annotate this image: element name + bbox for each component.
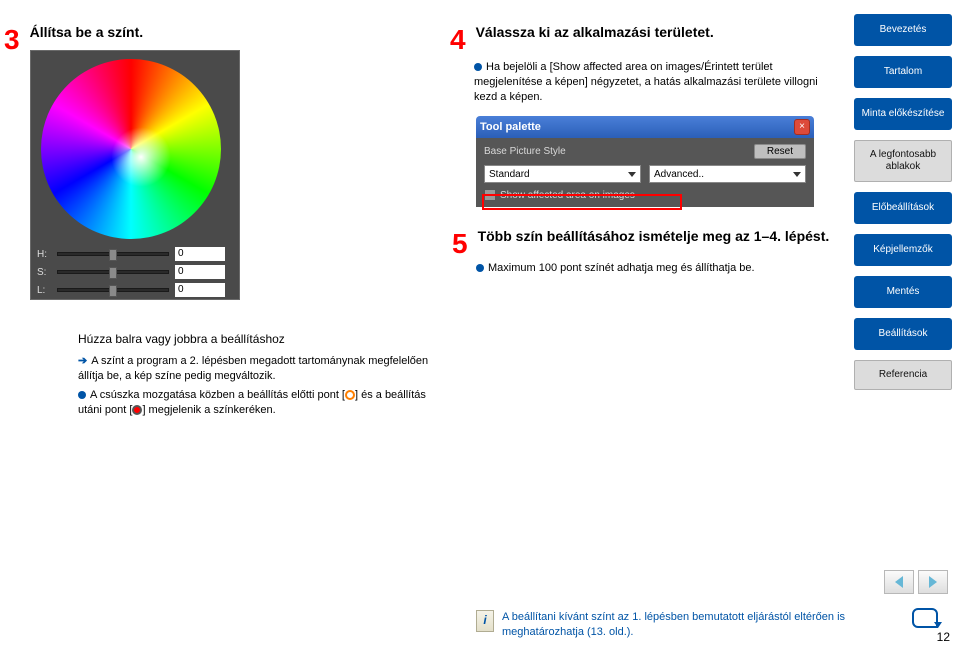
hsl-sliders: H: 0 S: 0 L: 0 bbox=[37, 247, 233, 301]
info-icon bbox=[476, 610, 494, 632]
sidebar-item-toc[interactable]: Tartalom bbox=[854, 56, 952, 88]
prev-page-button[interactable] bbox=[884, 570, 914, 594]
sat-value[interactable]: 0 bbox=[175, 265, 225, 279]
sidebar-item-presets[interactable]: Előbeállítások bbox=[854, 192, 952, 224]
color-wheel-center bbox=[111, 127, 171, 187]
sidebar-item-ref[interactable]: Referencia bbox=[854, 360, 952, 390]
chevron-left-icon bbox=[895, 576, 903, 588]
bullet-dot-icon bbox=[476, 264, 484, 272]
hue-label: H: bbox=[37, 249, 51, 260]
sat-row: S: 0 bbox=[37, 265, 233, 279]
hue-value[interactable]: 0 bbox=[175, 247, 225, 261]
page-nav bbox=[884, 570, 948, 594]
sidebar: Bevezetés Tartalom Minta előkészítése A … bbox=[854, 14, 952, 390]
step-5: 5 Több szín beállításához ismételje meg … bbox=[452, 228, 832, 274]
sidebar-item-save[interactable]: Mentés bbox=[854, 276, 952, 308]
chevron-down-icon bbox=[793, 172, 801, 177]
lum-row: L: 0 bbox=[37, 283, 233, 297]
marker-before-icon bbox=[345, 390, 355, 400]
chevron-right-icon bbox=[929, 576, 937, 588]
page-number: 12 bbox=[937, 630, 950, 644]
bullet-dot-icon bbox=[78, 391, 86, 399]
step5-number: 5 bbox=[452, 228, 468, 260]
base-style-label: Base Picture Style bbox=[484, 146, 566, 157]
sidebar-item-intro[interactable]: Bevezetés bbox=[854, 14, 952, 46]
sidebar-item-windows[interactable]: A legfontosabb ablakok bbox=[854, 140, 952, 182]
bullet-dot-icon bbox=[474, 63, 482, 71]
tool-palette-title: Tool palette bbox=[480, 121, 541, 133]
marker-after-icon bbox=[132, 405, 142, 415]
show-affected-checkbox[interactable] bbox=[484, 189, 496, 201]
slider-note-title: Húzza balra vagy jobbra a beállításhoz bbox=[78, 332, 438, 346]
slider-note-line2: A csúszka mozgatása közben a beállítás e… bbox=[78, 388, 438, 418]
hue-row: H: 0 bbox=[37, 247, 233, 261]
tool-palette: Tool palette × Base Picture Style Reset … bbox=[476, 116, 814, 207]
lum-label: L: bbox=[37, 285, 51, 296]
base-style-value: Standard bbox=[489, 169, 530, 180]
lum-slider[interactable] bbox=[57, 288, 169, 292]
step3-number: 3 bbox=[4, 24, 20, 56]
step4-text: Ha bejelöli a [Show affected area on ima… bbox=[474, 61, 818, 103]
slider-note-line1: ➔A színt a program a 2. lépésben megadot… bbox=[78, 354, 438, 384]
step5-body: Maximum 100 pont színét adhatja meg és á… bbox=[476, 262, 832, 274]
reset-button[interactable]: Reset bbox=[754, 144, 806, 159]
sidebar-item-chars[interactable]: Képjellemzők bbox=[854, 234, 952, 266]
show-affected-label: Show affected area on images bbox=[500, 190, 635, 201]
sat-slider[interactable] bbox=[57, 270, 169, 274]
sidebar-item-settings[interactable]: Beállítások bbox=[854, 318, 952, 350]
return-icon[interactable] bbox=[912, 608, 938, 628]
lum-value[interactable]: 0 bbox=[175, 283, 225, 297]
hue-slider[interactable] bbox=[57, 252, 169, 256]
arrow-right-icon: ➔ bbox=[78, 354, 87, 369]
color-wheel-panel: H: 0 S: 0 L: 0 bbox=[30, 50, 240, 300]
sidebar-item-sample[interactable]: Minta előkészítése bbox=[854, 98, 952, 130]
step-4: 4 Válassza ki az alkalmazási területet. … bbox=[450, 24, 820, 105]
tip-box: A beállítani kívánt színt az 1. lépésben… bbox=[476, 610, 846, 640]
base-style-select[interactable]: Standard bbox=[484, 165, 641, 183]
show-affected-row: Show affected area on images bbox=[484, 189, 806, 201]
step4-number: 4 bbox=[450, 24, 466, 56]
color-wheel[interactable] bbox=[41, 59, 221, 239]
sat-label: S: bbox=[37, 267, 51, 278]
tip-text: A beállítani kívánt színt az 1. lépésben… bbox=[502, 610, 846, 640]
step5-title: Több szín beállításához ismételje meg az… bbox=[478, 228, 830, 244]
close-icon[interactable]: × bbox=[794, 119, 810, 135]
slider-note: Húzza balra vagy jobbra a beállításhoz ➔… bbox=[78, 332, 438, 417]
step5-text: Maximum 100 pont színét adhatja meg és á… bbox=[488, 262, 755, 274]
step4-body: Ha bejelöli a [Show affected area on ima… bbox=[474, 60, 820, 105]
next-page-button[interactable] bbox=[918, 570, 948, 594]
advanced-select[interactable]: Advanced.. bbox=[649, 165, 806, 183]
advanced-value: Advanced.. bbox=[654, 169, 704, 180]
page-link[interactable]: (13. old.) bbox=[587, 626, 630, 638]
tool-palette-titlebar: Tool palette × bbox=[476, 116, 814, 138]
chevron-down-icon bbox=[628, 172, 636, 177]
step4-title: Válassza ki az alkalmazási területet. bbox=[476, 24, 714, 40]
step3-title: Állítsa be a színt. bbox=[30, 24, 144, 40]
